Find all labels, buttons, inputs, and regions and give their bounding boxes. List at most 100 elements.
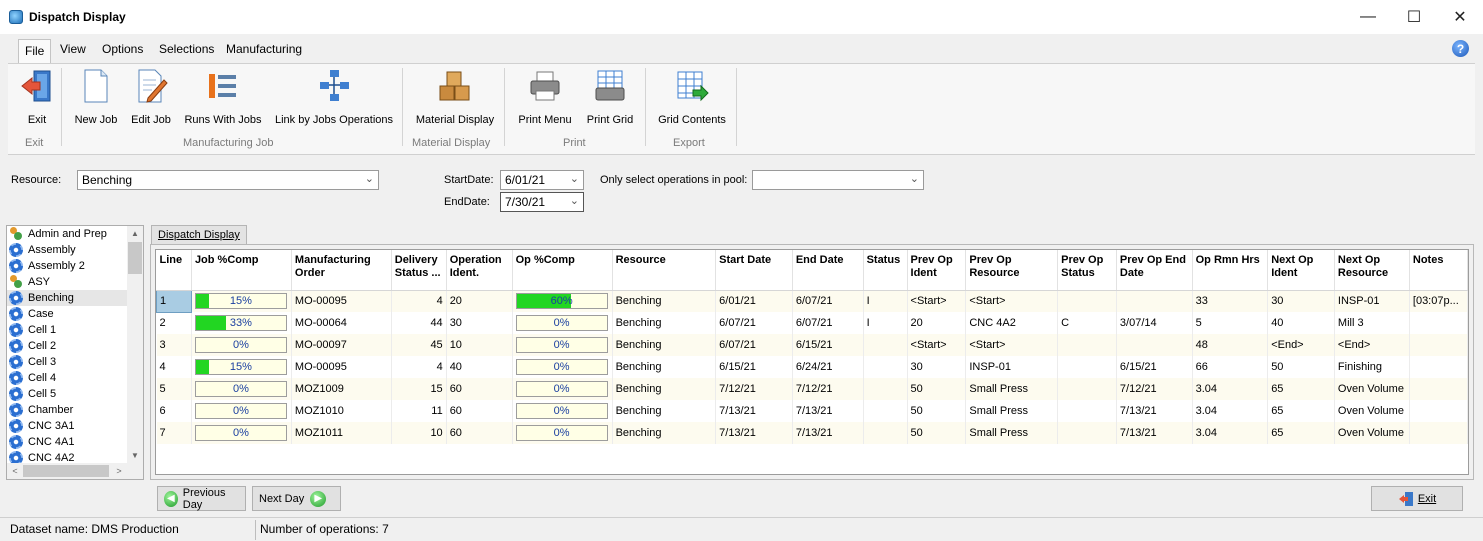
cell-prev-status[interactable] xyxy=(1057,356,1117,378)
cell-prev-res[interactable]: Small Press xyxy=(965,400,1059,422)
cell-resource[interactable]: Benching xyxy=(612,356,717,378)
cell-op[interactable]: 60 xyxy=(446,378,513,400)
cell-prev-ident[interactable]: 50 xyxy=(907,400,967,422)
cell-next-res[interactable]: Mill 3 xyxy=(1334,312,1410,334)
op-progress-cell[interactable]: 60% xyxy=(512,290,613,312)
list-item[interactable]: Assembly 2 xyxy=(7,258,143,274)
table-row[interactable]: 1 15% MO-00095 4 20 60% Benching 6/01/21 6/07/21… xyxy=(156,289,1468,313)
cell-notes[interactable] xyxy=(1409,312,1468,334)
cell-op[interactable]: 60 xyxy=(446,400,513,422)
cell-prev-res[interactable]: Small Press xyxy=(965,378,1059,400)
cell-mo[interactable]: MO-00095 xyxy=(291,290,392,312)
cell-line[interactable]: 2 xyxy=(156,312,192,334)
cell-mo[interactable]: MO-00064 xyxy=(291,312,392,334)
cell-rmn[interactable]: 5 xyxy=(1192,312,1269,334)
exit-ribbon-button[interactable]: Exit xyxy=(18,68,56,126)
minimize-button[interactable]: — xyxy=(1345,0,1391,34)
cell-rmn[interactable]: 48 xyxy=(1192,334,1269,356)
tab-dispatch-display[interactable]: Dispatch Display xyxy=(151,225,247,245)
cell-op[interactable]: 30 xyxy=(446,312,513,334)
dispatch-grid[interactable]: Line Job %Comp Manufacturing Order Delivery… xyxy=(155,249,1469,475)
list-item[interactable]: Cell 3 xyxy=(7,354,143,370)
list-item[interactable]: ASY xyxy=(7,274,143,290)
cell-prev-res[interactable]: <Start> xyxy=(965,290,1059,312)
cell-prev-status[interactable] xyxy=(1057,400,1117,422)
cell-prev-end[interactable] xyxy=(1116,334,1193,356)
cell-delivery[interactable]: 11 xyxy=(391,400,447,422)
cell-mo[interactable]: MOZ1011 xyxy=(291,422,392,444)
cell-next-res[interactable]: Oven Volume xyxy=(1334,400,1410,422)
job-progress-cell[interactable]: 15% xyxy=(191,290,292,312)
cell-op[interactable]: 20 xyxy=(446,290,513,312)
cell-next-ident[interactable]: 50 xyxy=(1267,356,1335,378)
cell-notes[interactable] xyxy=(1409,378,1468,400)
close-button[interactable]: ✕ xyxy=(1437,0,1483,34)
cell-next-res[interactable]: Oven Volume xyxy=(1334,378,1410,400)
cell-delivery[interactable]: 45 xyxy=(391,334,447,356)
cell-status[interactable]: I xyxy=(863,290,908,312)
column-header[interactable]: Delivery Status ... xyxy=(391,250,447,291)
job-progress-cell[interactable]: 0% xyxy=(191,422,292,444)
new-job-button[interactable]: New Job xyxy=(74,68,118,126)
cell-mo[interactable]: MO-00095 xyxy=(291,356,392,378)
table-row[interactable]: 2 33% MO-00064 44 30 0% Benching 6/07/21 6/07/21… xyxy=(156,312,1468,334)
list-item[interactable]: CNC 4A1 xyxy=(7,434,143,450)
column-header[interactable]: Line xyxy=(156,250,192,291)
column-header[interactable]: End Date xyxy=(792,250,864,291)
list-item[interactable]: Case xyxy=(7,306,143,322)
cell-prev-ident[interactable]: <Start> xyxy=(907,290,967,312)
cell-next-ident[interactable]: 30 xyxy=(1267,290,1335,312)
cell-delivery[interactable]: 15 xyxy=(391,378,447,400)
job-progress-cell[interactable]: 0% xyxy=(191,334,292,356)
cell-prev-end[interactable]: 7/12/21 xyxy=(1116,378,1193,400)
cell-prev-end[interactable]: 6/15/21 xyxy=(1116,356,1193,378)
cell-next-res[interactable]: INSP-01 xyxy=(1334,290,1410,312)
cell-status[interactable] xyxy=(863,422,908,444)
column-header[interactable]: Manufacturing Order xyxy=(291,250,392,291)
table-row[interactable]: 5 0% MOZ1009 15 60 0% Benching 7/12/21 7/12/21 50… xyxy=(156,378,1468,400)
cell-prev-status[interactable] xyxy=(1057,290,1117,312)
table-row[interactable]: 7 0% MOZ1011 10 60 0% Benching 7/13/21 7/13/21 50… xyxy=(156,422,1468,444)
cell-end[interactable]: 6/07/21 xyxy=(792,290,864,312)
edit-job-button[interactable]: Edit Job xyxy=(129,68,173,126)
cell-mo[interactable]: MO-00097 xyxy=(291,334,392,356)
cell-op[interactable]: 60 xyxy=(446,422,513,444)
list-item[interactable]: Cell 1 xyxy=(7,322,143,338)
cell-end[interactable]: 6/07/21 xyxy=(792,312,864,334)
column-header[interactable]: Prev Op Resource xyxy=(965,250,1059,291)
job-progress-cell[interactable]: 0% xyxy=(191,378,292,400)
op-progress-cell[interactable]: 0% xyxy=(512,422,613,444)
scroll-up-icon[interactable]: ▲ xyxy=(127,226,143,242)
cell-next-ident[interactable]: 40 xyxy=(1267,312,1335,334)
cell-rmn[interactable]: 3.04 xyxy=(1192,400,1269,422)
cell-end[interactable]: 6/24/21 xyxy=(792,356,864,378)
cell-next-ident[interactable]: <End> xyxy=(1267,334,1335,356)
cell-next-res[interactable]: Oven Volume xyxy=(1334,422,1410,444)
cell-mo[interactable]: MOZ1010 xyxy=(291,400,392,422)
cell-next-ident[interactable]: 65 xyxy=(1267,378,1335,400)
op-progress-cell[interactable]: 0% xyxy=(512,334,613,356)
cell-op[interactable]: 10 xyxy=(446,334,513,356)
scroll-left-icon[interactable]: < xyxy=(7,463,23,479)
cell-prev-ident[interactable]: 20 xyxy=(907,312,967,334)
cell-end[interactable]: 7/13/21 xyxy=(792,400,864,422)
start-date-picker[interactable]: 6/01/21 ⌄ xyxy=(500,170,584,190)
menu-selections[interactable]: Selections xyxy=(159,42,214,56)
column-header[interactable]: Notes xyxy=(1409,250,1468,291)
cell-line[interactable]: 5 xyxy=(156,378,192,400)
cell-rmn[interactable]: 66 xyxy=(1192,356,1269,378)
cell-line[interactable]: 6 xyxy=(156,400,192,422)
scroll-down-icon[interactable]: ▼ xyxy=(127,448,143,464)
cell-status[interactable] xyxy=(863,400,908,422)
cell-prev-status[interactable]: C xyxy=(1057,312,1117,334)
list-item[interactable]: Cell 2 xyxy=(7,338,143,354)
cell-mo[interactable]: MOZ1009 xyxy=(291,378,392,400)
cell-prev-ident[interactable]: 50 xyxy=(907,378,967,400)
cell-notes[interactable] xyxy=(1409,422,1468,444)
cell-op[interactable]: 40 xyxy=(446,356,513,378)
help-icon[interactable]: ? xyxy=(1452,40,1469,57)
cell-end[interactable]: 7/13/21 xyxy=(792,422,864,444)
runs-with-jobs-button[interactable]: Runs With Jobs xyxy=(184,68,262,126)
job-progress-cell[interactable]: 33% xyxy=(191,312,292,334)
list-item[interactable]: Assembly xyxy=(7,242,143,258)
